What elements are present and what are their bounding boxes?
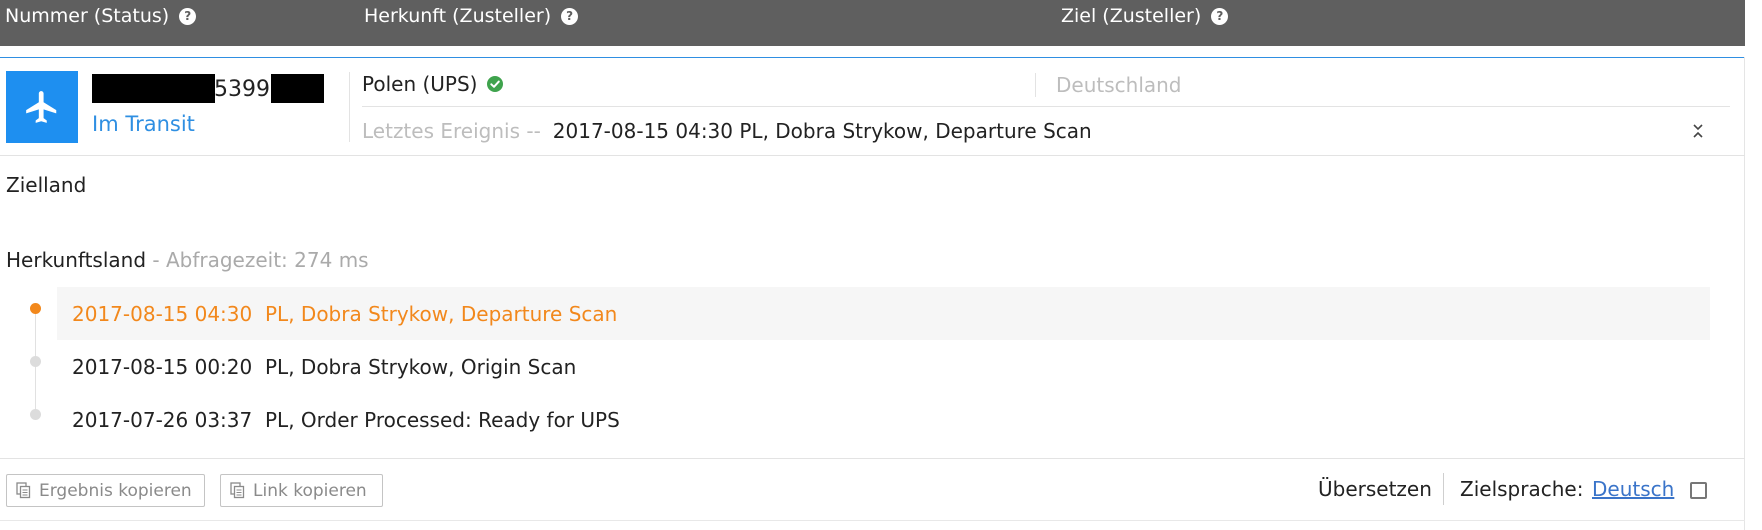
event-row: 2017-07-26 03:37 PL, Order Processed: Re… bbox=[57, 393, 1710, 446]
destination-country-heading: Zielland bbox=[6, 173, 87, 197]
timeline-dot bbox=[30, 356, 41, 367]
help-icon[interactable]: ? bbox=[179, 7, 197, 25]
row-divider bbox=[362, 106, 1730, 107]
last-event-value: 2017-08-15 04:30 PL, Dobra Strykow, Depa… bbox=[552, 119, 1092, 143]
tracking-result-panel: Nummer (Status) ? Herkunft (Zusteller) ?… bbox=[0, 0, 1745, 530]
help-icon[interactable]: ? bbox=[561, 7, 579, 25]
last-event: Letztes Ereignis -- 2017-08-15 04:30 PL,… bbox=[362, 119, 1092, 143]
chevron-collapse-icon[interactable] bbox=[1690, 122, 1706, 140]
copy-link-button[interactable]: Link kopieren bbox=[220, 474, 383, 507]
header-divider bbox=[0, 57, 1745, 58]
event-description: PL, Dobra Strykow, Departure Scan bbox=[265, 301, 618, 326]
redacted-tracking-prefix bbox=[92, 74, 215, 103]
footer-divider bbox=[0, 458, 1745, 459]
origin-carrier: Polen (UPS) bbox=[362, 72, 504, 96]
event-row: 2017-08-15 00:20 PL, Dobra Strykow, Orig… bbox=[57, 340, 1710, 393]
event-row-latest: 2017-08-15 04:30 PL, Dobra Strykow, Depa… bbox=[57, 287, 1710, 340]
bottom-border bbox=[0, 520, 1745, 521]
status-label: Im Transit bbox=[92, 112, 195, 136]
header-number-label: Nummer (Status) bbox=[5, 5, 170, 27]
copy-icon bbox=[230, 482, 245, 499]
destination-label: Deutschland bbox=[1056, 73, 1182, 97]
header-origin: Herkunft (Zusteller) ? bbox=[364, 4, 579, 28]
footer-divider-vertical bbox=[1443, 473, 1444, 505]
event-time: 2017-08-15 00:20 bbox=[72, 354, 253, 379]
target-language-link[interactable]: Deutsch bbox=[1592, 477, 1674, 501]
table-header: Nummer (Status) ? Herkunft (Zusteller) ?… bbox=[0, 0, 1745, 46]
row-divider bbox=[0, 155, 1745, 156]
header-destination-label: Ziel (Zusteller) bbox=[1061, 5, 1202, 27]
copy-link-label: Link kopieren bbox=[253, 480, 367, 501]
copy-result-label: Ergebnis kopieren bbox=[39, 480, 192, 501]
origin-label: Polen (UPS) bbox=[362, 72, 478, 96]
event-description: PL, Order Processed: Ready for UPS bbox=[265, 407, 620, 432]
column-divider bbox=[1035, 73, 1036, 97]
event-time: 2017-07-26 03:37 bbox=[72, 407, 253, 432]
translate-checkbox[interactable] bbox=[1690, 482, 1707, 499]
target-language-label: Zielsprache: bbox=[1460, 477, 1584, 501]
event-time: 2017-08-15 04:30 bbox=[72, 301, 253, 326]
header-origin-label: Herkunft (Zusteller) bbox=[364, 5, 552, 27]
origin-country-label: Herkunftsland bbox=[6, 248, 147, 272]
event-description: PL, Dobra Strykow, Origin Scan bbox=[265, 354, 577, 379]
copy-result-button[interactable]: Ergebnis kopieren bbox=[6, 474, 205, 507]
translate-button[interactable]: Übersetzen bbox=[1318, 477, 1432, 501]
timeline-dot bbox=[30, 409, 41, 420]
timeline-dot-active bbox=[30, 303, 41, 314]
query-time: - Abfragezeit: 274 ms bbox=[146, 248, 369, 272]
column-divider bbox=[349, 72, 350, 142]
redacted-tracking-suffix bbox=[271, 74, 324, 103]
origin-country-heading: Herkunftsland - Abfragezeit: 274 ms bbox=[6, 248, 369, 272]
header-number-status: Nummer (Status) ? bbox=[5, 4, 197, 28]
airplane-icon bbox=[6, 71, 78, 143]
check-circle-icon bbox=[487, 76, 504, 92]
header-destination: Ziel (Zusteller) ? bbox=[1061, 4, 1229, 28]
last-event-label: Letztes Ereignis -- bbox=[362, 119, 541, 143]
copy-icon bbox=[16, 482, 31, 499]
panel-right-border bbox=[1744, 57, 1745, 530]
help-icon[interactable]: ? bbox=[1211, 7, 1229, 25]
